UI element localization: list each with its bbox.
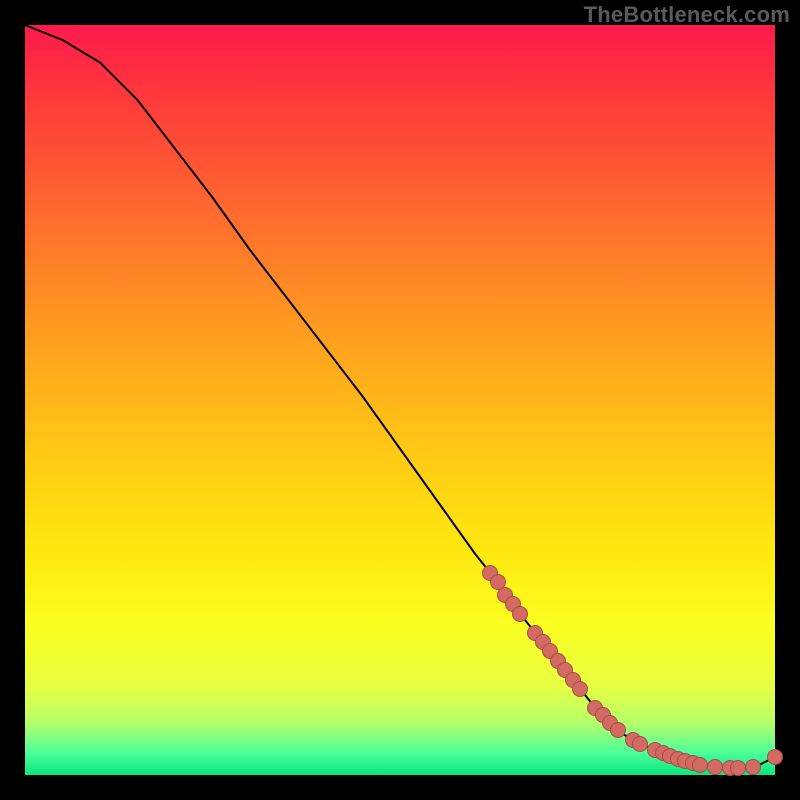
data-marker <box>730 760 746 776</box>
bottleneck-curve <box>25 25 775 768</box>
data-marker <box>692 757 708 773</box>
data-marker <box>572 681 588 697</box>
curve-svg <box>25 25 775 775</box>
chart-frame: TheBottleneck.com <box>0 0 800 800</box>
data-marker <box>745 759 761 775</box>
data-marker <box>707 759 723 775</box>
data-marker <box>632 736 648 752</box>
data-marker <box>512 606 528 622</box>
data-marker <box>610 722 626 738</box>
plot-area <box>25 25 775 775</box>
data-marker <box>767 749 783 765</box>
